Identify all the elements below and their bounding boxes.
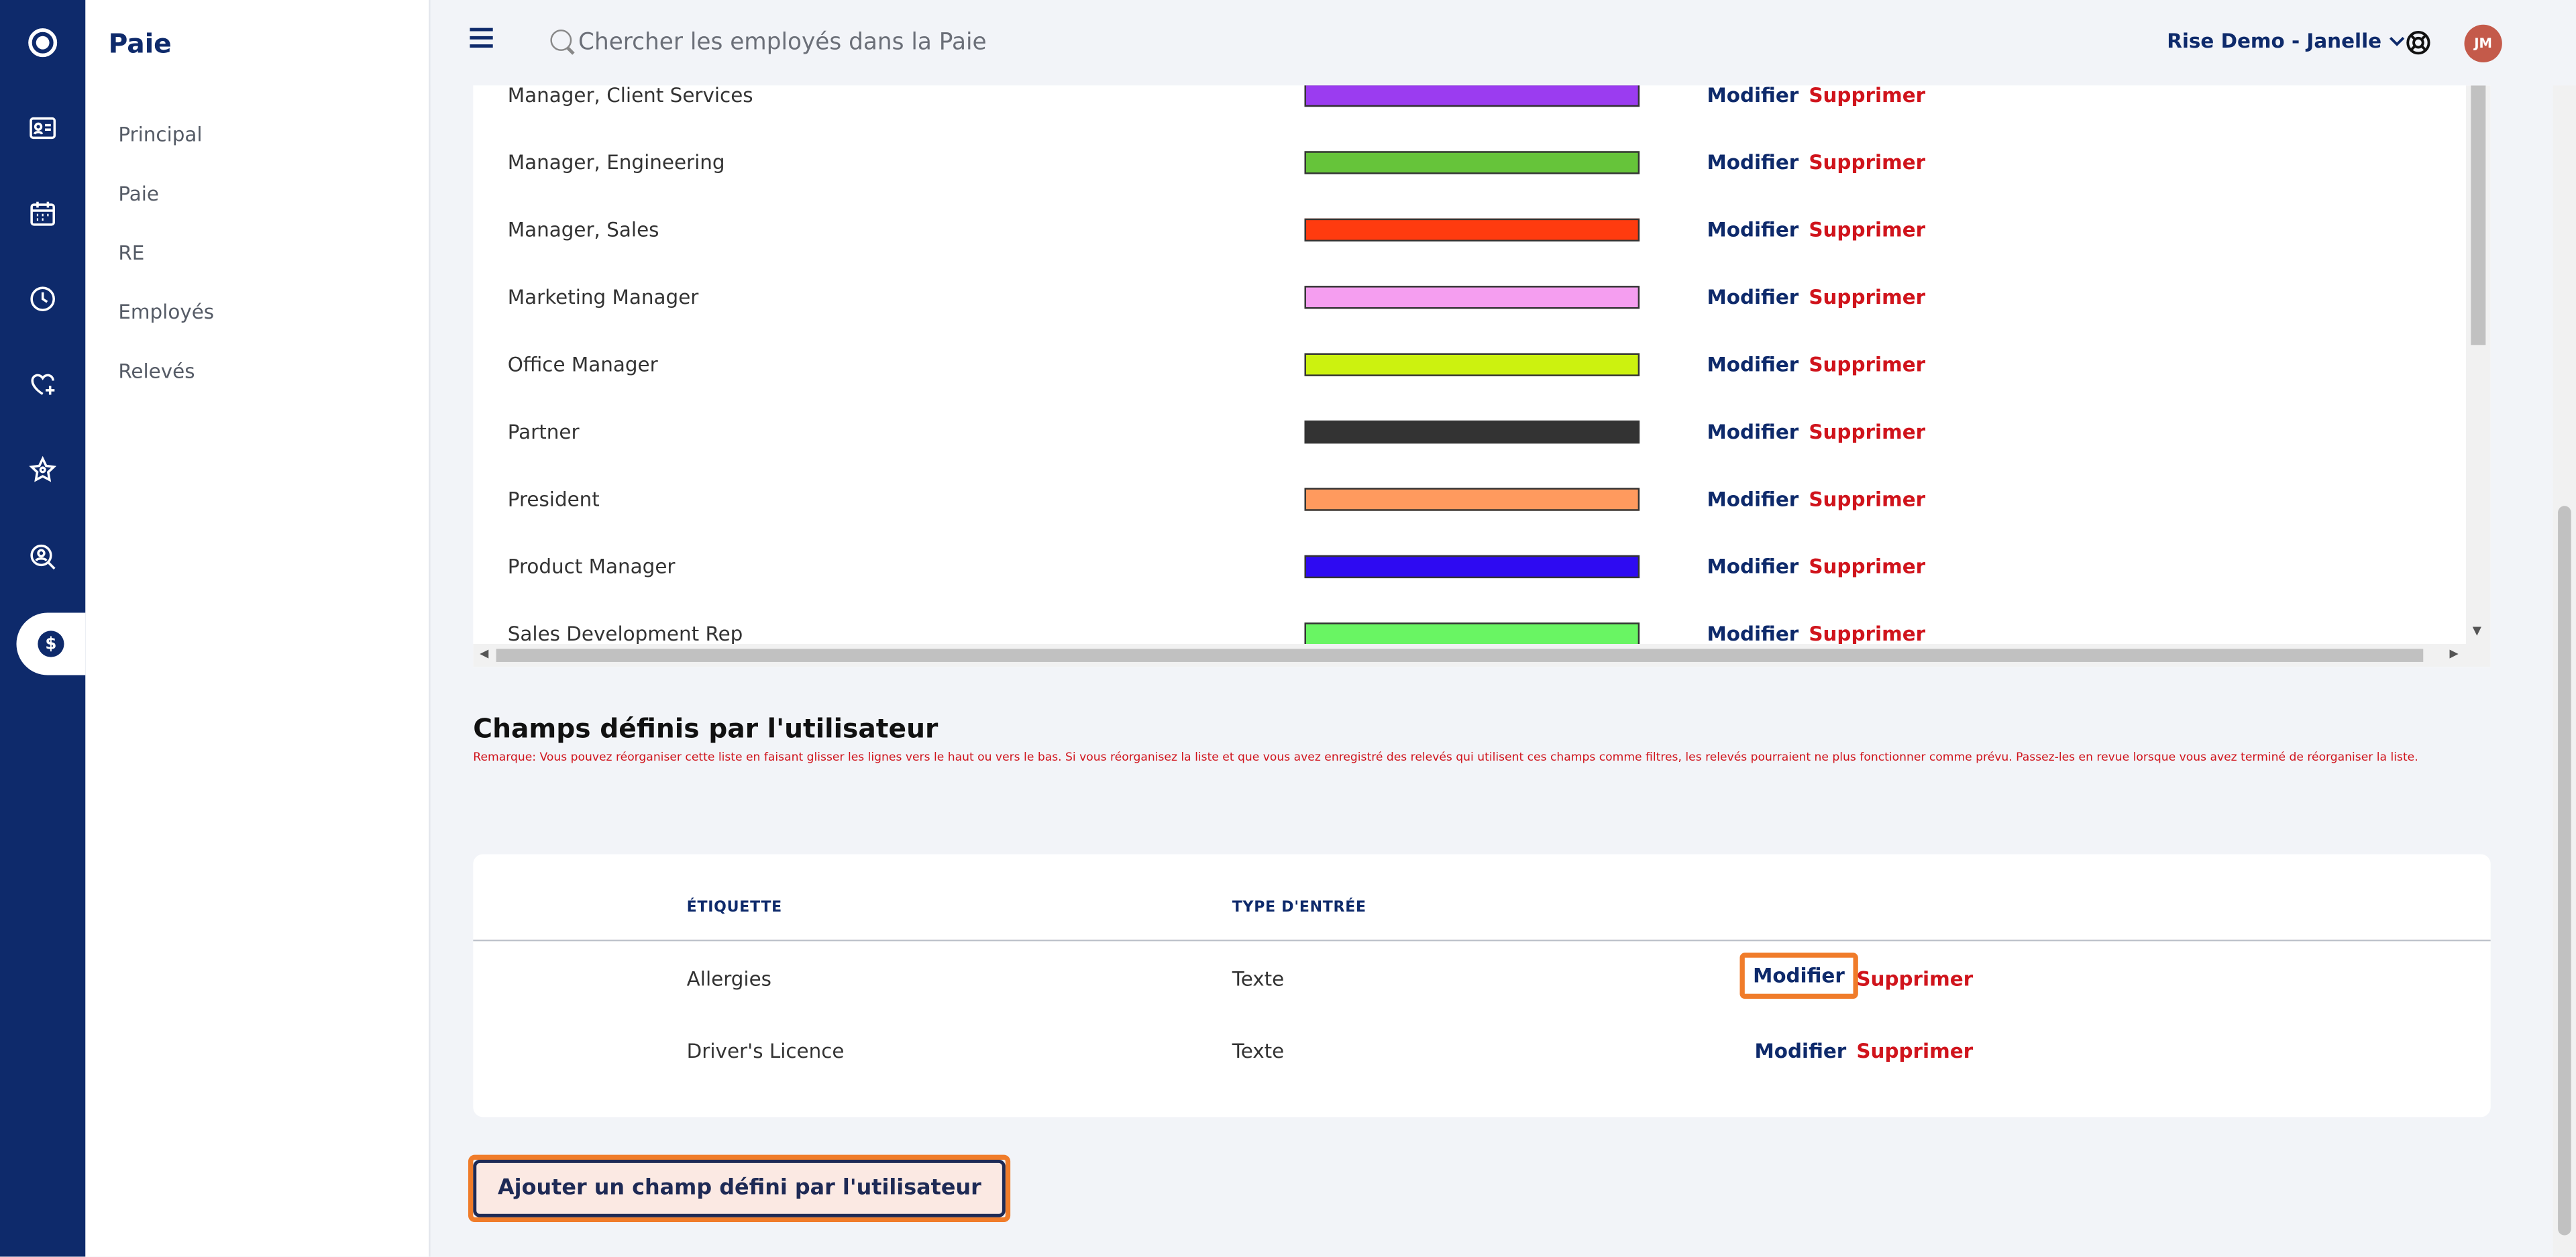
job-title-label: President [507, 488, 600, 511]
hamburger-menu-icon[interactable] [470, 28, 493, 53]
list-item[interactable]: Marketing Manager Modifier Supprimer [473, 286, 2461, 319]
divider [473, 939, 2491, 942]
job-title-label: Manager, Engineering [507, 151, 725, 174]
icon-rail: $ [0, 0, 86, 1257]
job-title-label: Office Manager [507, 353, 658, 376]
delete-link[interactable]: Supprimer [1809, 219, 1925, 241]
delete-button[interactable]: Supprimer [1856, 1040, 1973, 1062]
page-scrollbar[interactable] [2553, 85, 2576, 1257]
color-swatch [1304, 286, 1640, 309]
edit-link[interactable]: Modifier [1707, 353, 1799, 376]
delete-link[interactable]: Supprimer [1809, 286, 1925, 309]
column-header-label: ÉTIQUETTE [686, 900, 782, 917]
color-swatch [1304, 488, 1640, 511]
edit-link[interactable]: Modifier [1707, 219, 1799, 241]
delete-link[interactable]: Supprimer [1809, 555, 1925, 578]
color-swatch [1304, 555, 1640, 579]
payroll-dollar-icon[interactable]: $ [16, 612, 86, 675]
horizontal-scrollbar[interactable]: ◀ ▶ [473, 644, 2491, 667]
edit-button[interactable]: Modifier [1755, 1040, 1847, 1062]
sidebar-item-paie[interactable]: Paie [118, 182, 159, 205]
help-lifebuoy-icon[interactable] [2405, 30, 2431, 56]
edit-button[interactable]: Modifier [1739, 952, 1858, 999]
job-title-label: Sales Development Rep [507, 622, 743, 646]
edit-link[interactable]: Modifier [1707, 421, 1799, 443]
delete-link[interactable]: Supprimer [1809, 421, 1925, 443]
list-item[interactable]: Manager, Client Services Modifier Suppri… [473, 85, 2461, 117]
color-swatch [1304, 151, 1640, 174]
job-title-label: Manager, Client Services [507, 85, 753, 107]
delete-link[interactable]: Supprimer [1809, 151, 1925, 174]
delete-button[interactable]: Supprimer [1856, 967, 1973, 990]
add-user-field-button[interactable]: Ajouter un champ défini par l'utilisateu… [473, 1159, 1006, 1217]
field-type: Texte [1232, 967, 1285, 991]
section-title: Champs définis par l'utilisateur [473, 712, 938, 745]
list-item[interactable]: Partner Modifier Supprimer [473, 420, 2461, 453]
search-icon [550, 30, 572, 51]
scroll-right-arrow-icon[interactable]: ▶ [2449, 647, 2458, 661]
clock-icon[interactable] [0, 268, 85, 330]
scrollbar-thumb[interactable] [2558, 506, 2571, 1236]
field-type: Texte [1232, 1040, 1285, 1063]
list-item[interactable]: Product Manager Modifier Supprimer [473, 555, 2461, 588]
delete-link[interactable]: Supprimer [1809, 488, 1925, 510]
sidebar-item-employes[interactable]: Employés [118, 300, 214, 323]
account-name: Rise Demo - Janelle [2167, 30, 2382, 53]
sidebar-item-re[interactable]: RE [118, 241, 144, 264]
scrollbar-thumb[interactable] [2471, 85, 2486, 345]
edit-link[interactable]: Modifier [1707, 488, 1799, 510]
color-swatch [1304, 622, 1640, 646]
sidebar-item-principal[interactable]: Principal [118, 123, 202, 146]
account-menu[interactable]: Rise Demo - Janelle [2167, 30, 2404, 52]
list-item[interactable]: Manager, Engineering Modifier Supprimer [473, 151, 2461, 184]
dollar-coin: $ [38, 631, 64, 657]
scrollbar-thumb[interactable] [496, 649, 2424, 662]
avatar[interactable]: JM [2464, 24, 2502, 63]
user-fields-table: ÉTIQUETTE TYPE D'ENTRÉE Allergies Texte … [473, 854, 2491, 1117]
delete-link[interactable]: Supprimer [1809, 353, 1925, 376]
chevron-down-icon [2388, 36, 2404, 46]
delete-link[interactable]: Supprimer [1809, 622, 1925, 645]
field-label: Driver's Licence [686, 1040, 845, 1063]
star-icon[interactable] [0, 439, 85, 501]
delete-link[interactable]: Supprimer [1809, 85, 1925, 107]
add-button-highlight: Ajouter un champ défini par l'utilisateu… [468, 1154, 1011, 1223]
vertical-scrollbar[interactable]: ▼ [2465, 85, 2491, 645]
color-swatch [1304, 353, 1640, 376]
top-bar: Rise Demo - Janelle JM [430, 0, 2576, 86]
sidebar-title: Paie [108, 28, 172, 60]
edit-link[interactable]: Modifier [1707, 555, 1799, 578]
scroll-down-arrow-icon[interactable]: ▼ [2473, 624, 2481, 638]
color-swatch [1304, 218, 1640, 242]
column-header-type: TYPE D'ENTRÉE [1232, 900, 1366, 917]
id-card-icon[interactable] [0, 97, 85, 159]
edit-link[interactable]: Modifier [1707, 85, 1799, 107]
search-input[interactable] [578, 23, 1236, 63]
sidebar-item-releves[interactable]: Relevés [118, 360, 195, 382]
sidebar: Paie Principal Paie RE Employés Relevés [85, 0, 431, 1257]
list-item[interactable]: Manager, Sales Modifier Supprimer [473, 218, 2461, 252]
edit-link[interactable]: Modifier [1707, 622, 1799, 645]
job-title-label: Manager, Sales [507, 218, 659, 242]
calendar-icon[interactable] [0, 182, 85, 245]
color-swatch [1304, 420, 1640, 444]
list-item[interactable]: Office Manager Modifier Supprimer [473, 353, 2461, 386]
edit-link[interactable]: Modifier [1707, 151, 1799, 174]
logo-icon[interactable] [0, 11, 85, 74]
field-label: Allergies [686, 967, 771, 991]
job-title-label: Marketing Manager [507, 286, 699, 309]
edit-link[interactable]: Modifier [1707, 286, 1799, 309]
scroll-left-arrow-icon[interactable]: ◀ [480, 647, 488, 661]
job-titles-list: Manager, Client Services Modifier Suppri… [473, 85, 2491, 667]
color-swatch [1304, 85, 1640, 107]
reorder-note: Remarque: Vous pouvez réorganiser cette … [473, 751, 2418, 764]
job-title-label: Product Manager [507, 555, 676, 579]
list-item[interactable]: President Modifier Supprimer [473, 488, 2461, 521]
heart-plus-icon[interactable] [0, 353, 85, 416]
search-user-icon[interactable] [0, 526, 85, 588]
job-title-label: Partner [507, 420, 580, 444]
